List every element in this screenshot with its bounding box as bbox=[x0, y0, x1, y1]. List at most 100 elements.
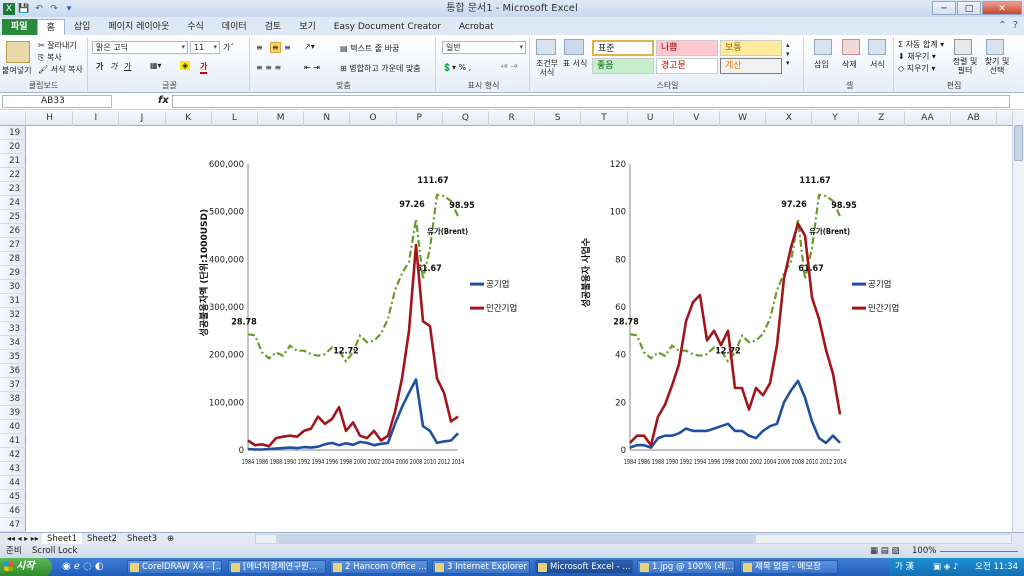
wrap-text-button[interactable]: ▤ 텍스트 줄 바꿈 bbox=[340, 43, 399, 54]
row-header-24[interactable]: 24 bbox=[0, 196, 26, 210]
chart-project-count[interactable]: 0 20 40 60 80 100 120 1984 1986 1988 1990 1992 1994 1… bbox=[580, 150, 900, 490]
style-neutral[interactable]: 보통 bbox=[720, 40, 782, 56]
top-align-icon[interactable]: ≡ bbox=[256, 43, 263, 52]
taskbar-item-energy-institute[interactable]: [에너지경제연구원... bbox=[228, 560, 326, 574]
italic-button[interactable]: 가 bbox=[110, 61, 117, 72]
column-header-v[interactable]: V bbox=[674, 111, 720, 126]
row-header-21[interactable]: 21 bbox=[0, 154, 26, 168]
column-header-ab[interactable]: AB bbox=[951, 111, 998, 126]
row-header-37[interactable]: 37 bbox=[0, 378, 26, 392]
taskbar-item-excel[interactable]: Microsoft Excel - ... bbox=[535, 560, 633, 574]
row-header-32[interactable]: 32 bbox=[0, 308, 26, 322]
tab-insert[interactable]: 삽입 bbox=[65, 19, 100, 35]
horizontal-scroll-thumb[interactable] bbox=[276, 535, 756, 543]
clear-button[interactable]: ◇ 지우기 ▾ bbox=[898, 63, 935, 74]
tab-acrobat[interactable]: Acrobat bbox=[450, 19, 503, 35]
copy-button[interactable]: ⎘ 복사 bbox=[38, 52, 62, 63]
tab-home[interactable]: 홈 bbox=[36, 19, 65, 35]
cut-button[interactable]: ✂ 잘라내기 bbox=[38, 40, 77, 51]
row-header-28[interactable]: 28 bbox=[0, 252, 26, 266]
row-header-31[interactable]: 31 bbox=[0, 294, 26, 308]
column-header-i[interactable]: I bbox=[73, 111, 120, 126]
insert-cells-icon[interactable] bbox=[814, 39, 832, 55]
row-header-45[interactable]: 45 bbox=[0, 490, 26, 504]
paste-icon[interactable] bbox=[6, 41, 30, 63]
row-header-22[interactable]: 22 bbox=[0, 168, 26, 182]
row-header-27[interactable]: 27 bbox=[0, 238, 26, 252]
taskbar-item-internet-explorer[interactable]: 3 Internet Explorer bbox=[432, 560, 530, 574]
column-header-h[interactable]: H bbox=[27, 111, 74, 126]
delete-cells-button[interactable]: 삭제 bbox=[842, 59, 857, 70]
style-calculation[interactable]: 계산 bbox=[720, 58, 782, 74]
sort-filter-button[interactable]: 정렬 및 필터 bbox=[950, 57, 980, 75]
row-header-25[interactable]: 25 bbox=[0, 210, 26, 224]
row-header-20[interactable]: 20 bbox=[0, 140, 26, 154]
underline-button[interactable]: 가 bbox=[124, 61, 131, 72]
style-bad[interactable]: 나쁨 bbox=[656, 40, 718, 56]
horizontal-scrollbar[interactable] bbox=[255, 534, 1012, 544]
font-color-icon[interactable]: 가 bbox=[200, 61, 208, 74]
column-header-n[interactable]: N bbox=[304, 111, 351, 126]
column-header-m[interactable]: M bbox=[258, 111, 305, 126]
bold-button[interactable]: 가 bbox=[96, 61, 103, 72]
row-header-34[interactable]: 34 bbox=[0, 336, 26, 350]
row-header-39[interactable]: 39 bbox=[0, 406, 26, 420]
tray-icons[interactable]: ▣ ◈ ♪ bbox=[933, 558, 958, 576]
taskbar-item-hancom-office[interactable]: 2 Hancom Office ... bbox=[330, 560, 428, 574]
maximize-button[interactable]: □ bbox=[957, 1, 981, 15]
style-normal[interactable]: 표준 bbox=[592, 40, 654, 56]
font-size-select[interactable]: 11 bbox=[190, 41, 220, 54]
row-header-38[interactable]: 38 bbox=[0, 392, 26, 406]
format-painter-button[interactable]: 🖌 서식 복사 bbox=[38, 64, 83, 75]
row-header-42[interactable]: 42 bbox=[0, 448, 26, 462]
tab-data[interactable]: 데이터 bbox=[213, 19, 256, 35]
middle-align-icon[interactable]: ≡ bbox=[270, 42, 281, 53]
taskbar-item-coreldraw[interactable]: CorelDRAW X4 - [... bbox=[127, 560, 222, 574]
select-all-corner[interactable] bbox=[0, 111, 26, 126]
column-header-o[interactable]: O bbox=[350, 111, 397, 126]
vertical-scrollbar[interactable] bbox=[1012, 111, 1024, 532]
row-header-43[interactable]: 43 bbox=[0, 462, 26, 476]
row-header-46[interactable]: 46 bbox=[0, 504, 26, 518]
tab-formulas[interactable]: 수식 bbox=[178, 19, 213, 35]
tab-view[interactable]: 보기 bbox=[290, 19, 325, 35]
insert-cells-button[interactable]: 삽입 bbox=[814, 59, 829, 70]
quick-launch-icons[interactable]: ◉ ℯ ◌ ◐ bbox=[62, 561, 104, 572]
bottom-align-icon[interactable]: ≡ bbox=[284, 43, 291, 52]
help-icon[interactable]: ? bbox=[1013, 20, 1018, 31]
styles-scroll-icon[interactable]: ▴ ▾ ▾ bbox=[786, 41, 790, 68]
style-good[interactable]: 좋음 bbox=[592, 58, 654, 74]
taskbar-item-photoshop[interactable]: 1.jpg @ 100% (레... bbox=[637, 560, 735, 574]
column-header-k[interactable]: K bbox=[166, 111, 212, 126]
row-header-40[interactable]: 40 bbox=[0, 420, 26, 434]
column-header-l[interactable]: L bbox=[212, 111, 258, 126]
row-header-36[interactable]: 36 bbox=[0, 364, 26, 378]
zoom-level[interactable]: 100% bbox=[912, 544, 936, 558]
grow-font-icon[interactable]: 가ˆ bbox=[223, 42, 234, 53]
conditional-format-button[interactable]: 조건부 서식 bbox=[534, 59, 560, 77]
delete-cells-icon[interactable] bbox=[842, 39, 860, 55]
column-header-u[interactable]: U bbox=[628, 111, 674, 126]
column-header-j[interactable]: J bbox=[119, 111, 166, 126]
fill-button[interactable]: ⬇ 채우기 ▾ bbox=[898, 51, 936, 62]
table-format-icon[interactable] bbox=[564, 39, 584, 55]
minimize-button[interactable]: ─ bbox=[932, 1, 956, 15]
view-buttons-icon[interactable]: ▦ ▤ ▧ bbox=[870, 544, 900, 558]
tab-page-layout[interactable]: 페이지 레이아웃 bbox=[99, 19, 178, 35]
name-box[interactable]: AB33 bbox=[2, 95, 112, 108]
start-button[interactable]: 시작 bbox=[0, 558, 52, 576]
column-header-t[interactable]: T bbox=[581, 111, 628, 126]
input-method-indicator[interactable]: 가 漢 bbox=[895, 558, 914, 576]
merge-center-button[interactable]: ⊞ 병합하고 가운데 맞춤 bbox=[340, 63, 421, 74]
row-header-33[interactable]: 33 bbox=[0, 322, 26, 336]
row-header-44[interactable]: 44 bbox=[0, 476, 26, 490]
row-header-35[interactable]: 35 bbox=[0, 350, 26, 364]
table-format-button[interactable]: 표 서식 bbox=[562, 59, 588, 68]
close-button[interactable]: ✕ bbox=[982, 1, 1022, 15]
find-select-icon[interactable] bbox=[986, 39, 1004, 55]
column-header-aa[interactable]: AA bbox=[905, 111, 951, 126]
conditional-format-icon[interactable] bbox=[536, 39, 556, 55]
column-header-z[interactable]: Z bbox=[859, 111, 905, 126]
border-icon[interactable]: ▦▾ bbox=[150, 61, 162, 70]
autosum-button[interactable]: Σ 자동 합계 ▾ bbox=[898, 39, 944, 50]
